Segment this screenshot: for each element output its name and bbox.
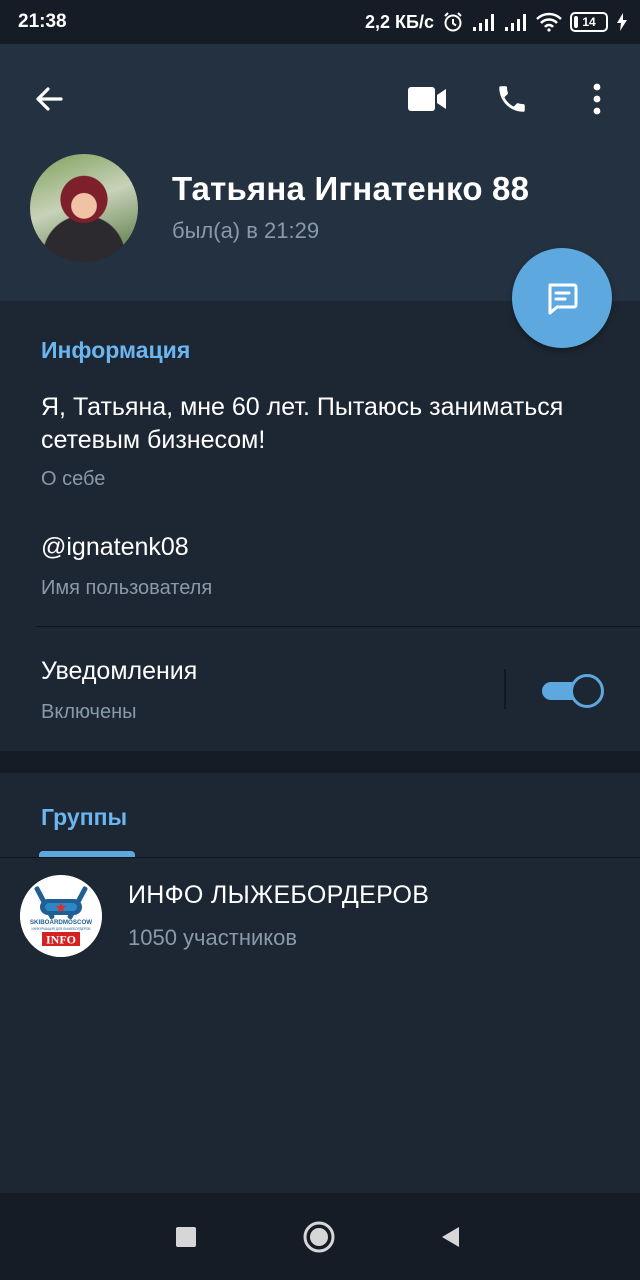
send-message-button[interactable]: [512, 248, 612, 348]
group-list-item[interactable]: SKIBOARDMOSCOW ИНФОРМАЦИЯ ДЛЯ ЛЫЖЕБОРДЕР…: [0, 869, 640, 959]
battery-icon: 14: [570, 12, 608, 32]
username-label: Имя пользователя: [41, 577, 213, 599]
profile-name: Татьяна Игнатенко 88: [172, 170, 530, 207]
bio-text[interactable]: Я, Татьяна, мне 60 лет. Пытаюсь занимать…: [41, 391, 601, 457]
profile-avatar[interactable]: [30, 154, 138, 262]
username-value[interactable]: @ignatenk08: [41, 533, 189, 562]
vertical-separator: [504, 669, 506, 709]
divider: [36, 626, 640, 627]
status-icons: 2,2 КБ/с 14: [365, 10, 628, 34]
groups-section: Группы SKIBOARDMOSCOW ИНФОРМАЦИЯ ДЛЯ ЛЫЖ…: [0, 773, 640, 1193]
notifications-toggle[interactable]: [542, 674, 604, 708]
triangle-back-icon: [442, 1227, 459, 1247]
logo-badge-text: INFO: [46, 933, 76, 947]
wifi-icon: [536, 12, 562, 32]
logo-top-text: SKIBOARDMOSCOW: [30, 919, 92, 926]
video-call-button[interactable]: [402, 74, 452, 124]
toggle-knob: [570, 674, 604, 708]
back-nav-button[interactable]: [428, 1215, 472, 1259]
info-section: Информация Я, Татьяна, мне 60 лет. Пытаю…: [0, 301, 640, 751]
square-icon: [176, 1227, 196, 1247]
logo-sub-text: ИНФОРМАЦИЯ ДЛЯ ЛЫЖЕБОРДЕРОВ: [31, 927, 90, 931]
tab-divider: [0, 857, 640, 858]
battery-level: 14: [582, 15, 596, 29]
alarm-icon: [444, 12, 462, 32]
navigation-bar: [0, 1193, 640, 1280]
group-name: ИНФО ЛЫЖЕБОРДЕРОВ: [128, 881, 430, 909]
video-camera-icon: [408, 87, 446, 111]
group-members-count: 1050 участников: [128, 925, 298, 950]
call-button[interactable]: [487, 74, 537, 124]
group-avatar: SKIBOARDMOSCOW ИНФОРМАЦИЯ ДЛЯ ЛЫЖЕБОРДЕР…: [20, 875, 102, 957]
more-options-button[interactable]: [574, 74, 620, 124]
network-speed: 2,2 КБ/с: [365, 11, 434, 32]
notifications-status: Включены: [41, 701, 137, 723]
tab-groups[interactable]: Группы: [41, 804, 127, 831]
info-section-title: Информация: [41, 337, 191, 363]
circle-home-icon: [303, 1221, 335, 1253]
notifications-title[interactable]: Уведомления: [41, 657, 197, 686]
status-bar: 21:38 2,2 КБ/с 14: [0, 0, 640, 44]
signal-icon: [473, 14, 494, 31]
recent-apps-button[interactable]: [164, 1215, 208, 1259]
phone-icon: [499, 86, 525, 112]
message-icon: [548, 283, 578, 315]
bio-label: О себе: [41, 468, 106, 490]
skiboard-logo-icon: SKIBOARDMOSCOW ИНФОРМАЦИЯ ДЛЯ ЛЫЖЕБОРДЕР…: [20, 875, 102, 957]
section-separator: [0, 751, 640, 773]
status-time: 21:38: [18, 11, 67, 32]
arrow-left-icon: [36, 87, 63, 111]
back-button[interactable]: [24, 74, 74, 124]
charging-icon: [617, 13, 627, 31]
more-vertical-icon: [593, 83, 601, 115]
home-button[interactable]: [297, 1215, 341, 1259]
last-seen-status: был(а) в 21:29: [172, 218, 320, 243]
signal-icon: [505, 14, 526, 31]
